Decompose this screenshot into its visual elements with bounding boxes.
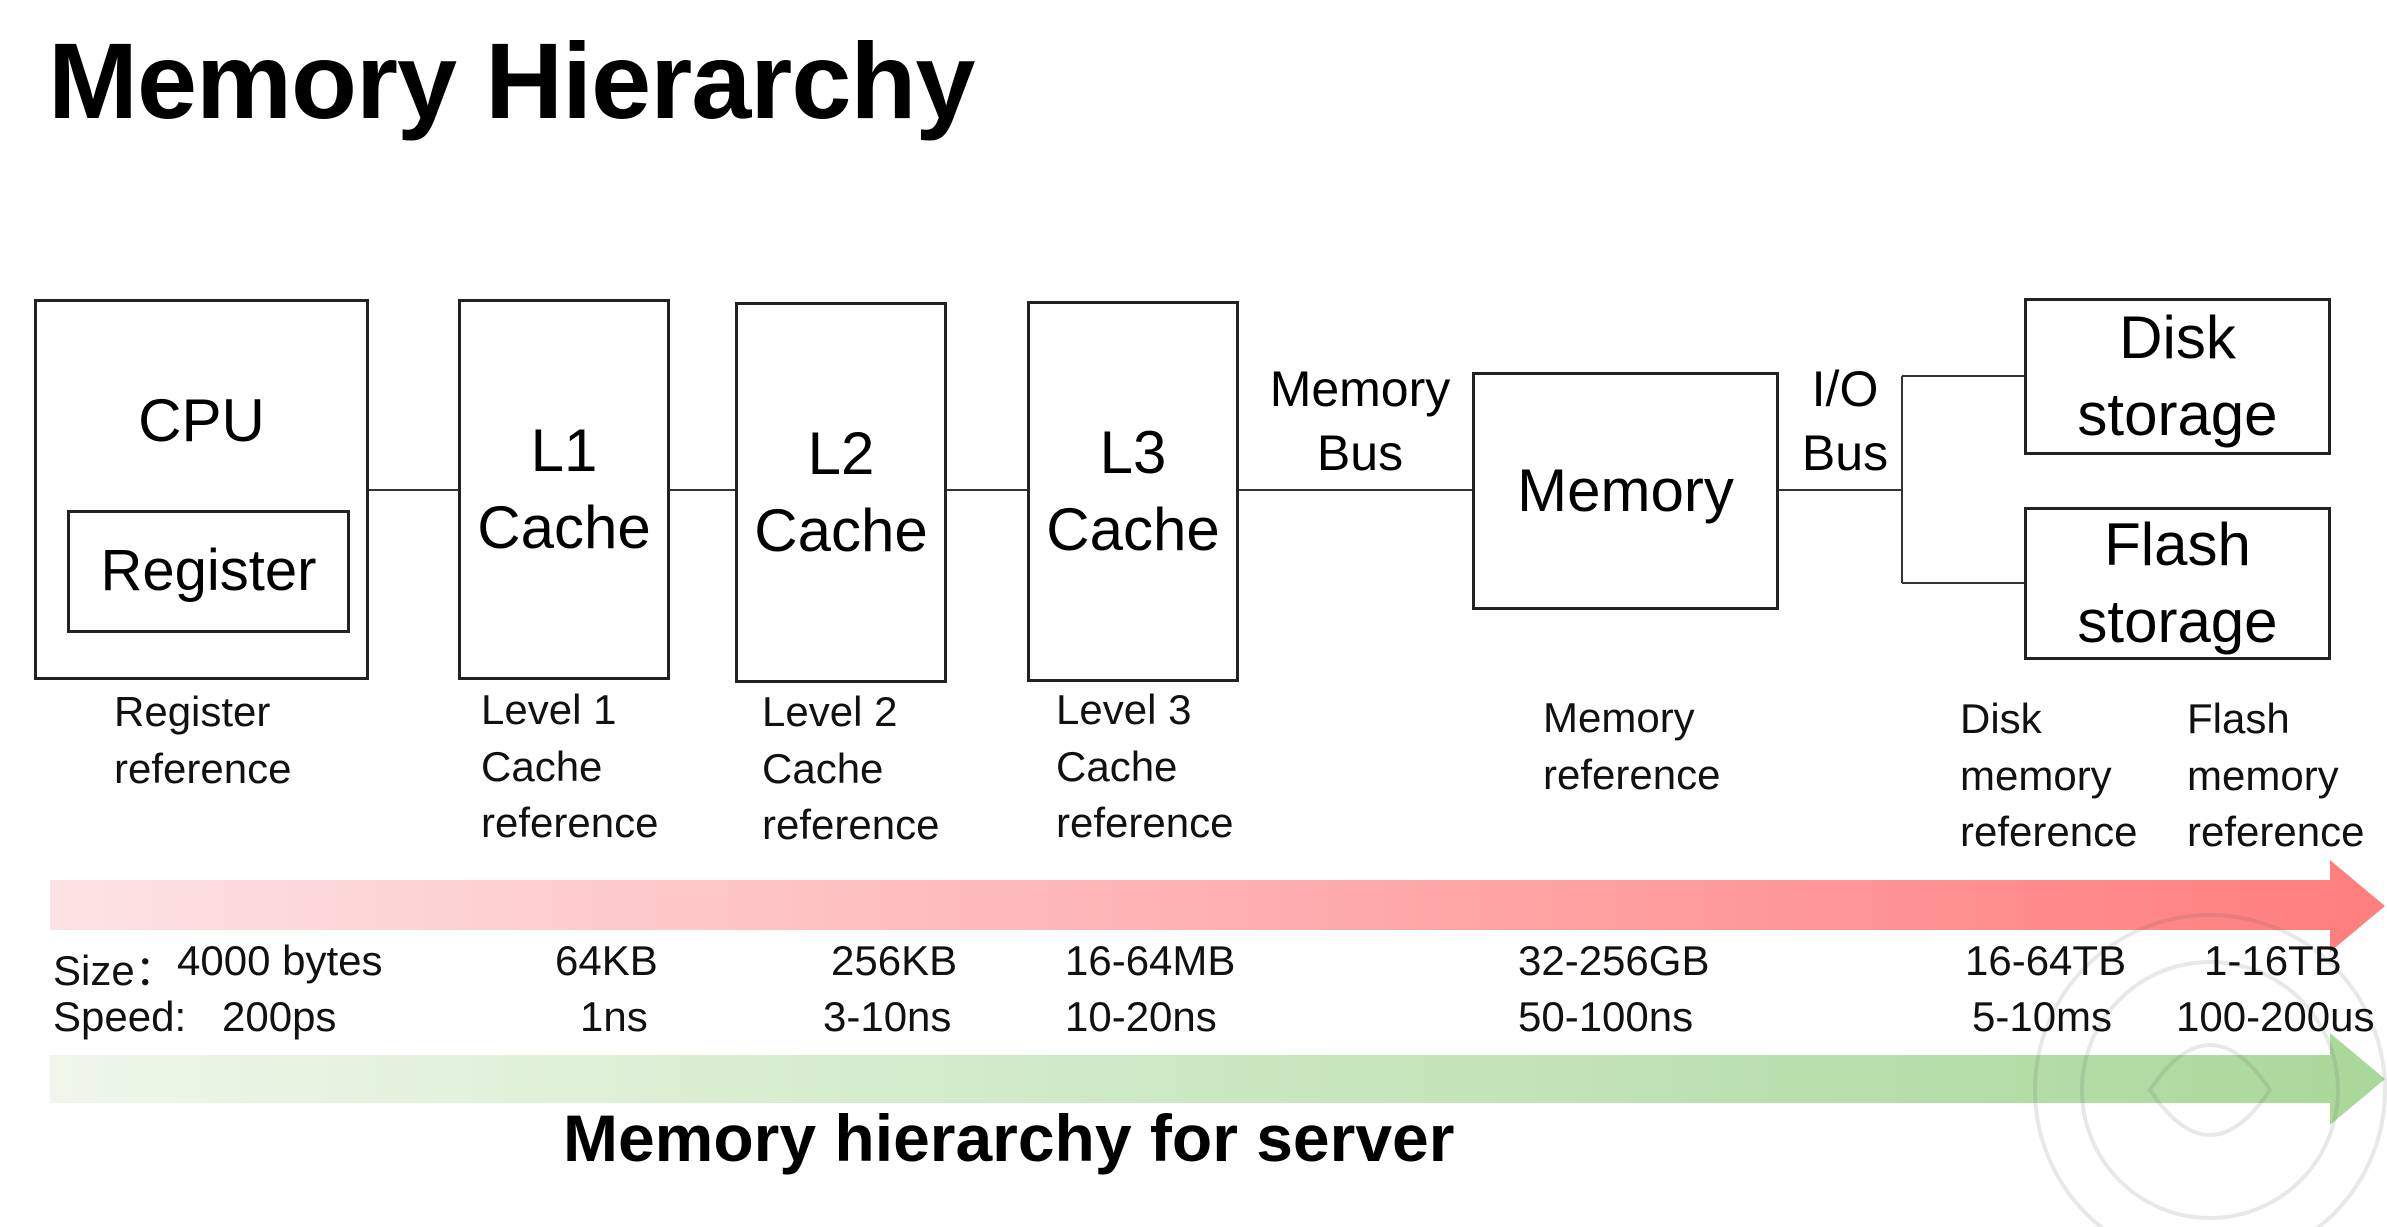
l2-cache-box: L2 Cache xyxy=(735,302,947,683)
memory-reference-label: Memory reference xyxy=(1543,694,1721,798)
l1-cache-box: L1 Cache xyxy=(458,299,670,680)
speed-l2: 3-10ns xyxy=(823,993,952,1040)
memory-hierarchy-slide: Memory Hierarchy CPU Register L1 Cache L… xyxy=(0,0,2387,1227)
footer-caption: Memory hierarchy for server xyxy=(563,1101,1455,1175)
size-l1: 64KB xyxy=(555,937,658,984)
speed-row-label: Speed: xyxy=(53,993,187,1040)
flash-storage-box: Flash storage xyxy=(2024,507,2331,660)
speed-l3: 10-20ns xyxy=(1065,993,1217,1040)
size-register: 4000 bytes xyxy=(177,937,383,984)
speed-memory: 50-100ns xyxy=(1518,993,1694,1040)
size-row-label: Size： xyxy=(53,947,177,994)
l2-reference-label: Level 2 Cache reference xyxy=(762,688,940,849)
memory-box: Memory xyxy=(1472,372,1779,610)
register-reference-label: Register reference xyxy=(114,688,292,792)
cpu-label: CPU xyxy=(138,386,265,454)
size-flash: 1-16TB xyxy=(2204,937,2342,984)
speed-disk: 5-10ms xyxy=(1972,993,2113,1040)
memory-bus-label: Memory Bus xyxy=(1269,361,1451,481)
size-l2: 256KB xyxy=(831,937,958,984)
flash-reference-label: Flash memory reference xyxy=(2187,695,2365,856)
disk-reference-label: Disk memory reference xyxy=(1960,695,2138,856)
size-memory: 32-256GB xyxy=(1518,937,1710,984)
speed-flash: 100-200us xyxy=(2176,993,2375,1040)
cpu-box: CPU Register xyxy=(34,299,369,680)
l1-reference-label: Level 1 Cache reference xyxy=(481,686,659,847)
size-disk: 16-64TB xyxy=(1965,937,2127,984)
size-l3: 16-64MB xyxy=(1065,937,1236,984)
l3-reference-label: Level 3 Cache reference xyxy=(1056,686,1234,847)
register-box: Register xyxy=(67,510,350,633)
speed-register: 200ps xyxy=(222,993,337,1040)
speed-l1: 1ns xyxy=(580,993,648,1040)
disk-storage-box: Disk storage xyxy=(2024,298,2331,455)
l3-cache-box: L3 Cache xyxy=(1027,301,1239,682)
io-bus-label: I/O Bus xyxy=(1801,361,1889,481)
page-title: Memory Hierarchy xyxy=(48,20,975,141)
